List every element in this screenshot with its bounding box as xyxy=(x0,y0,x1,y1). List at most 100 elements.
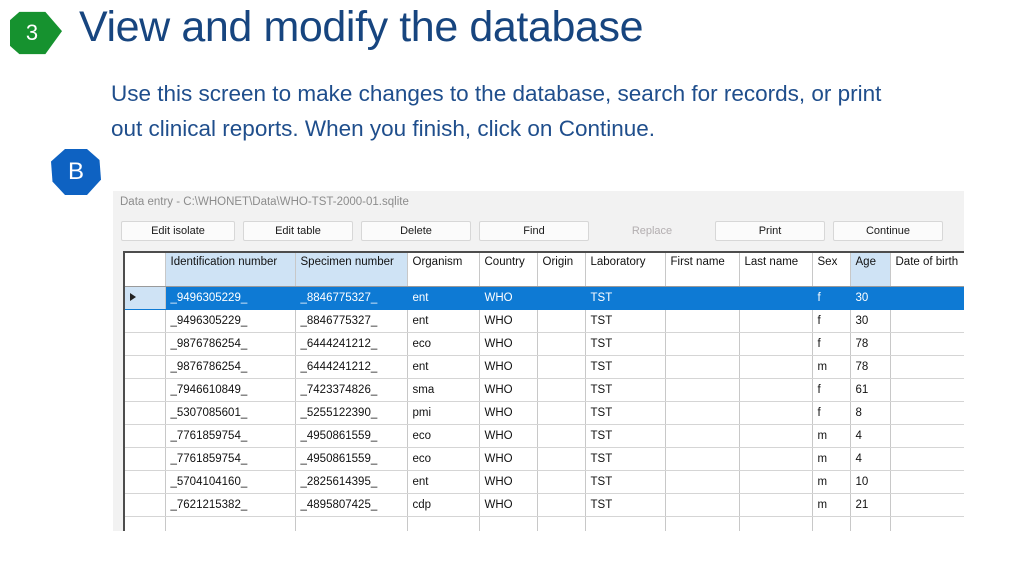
cell-sex[interactable]: m xyxy=(812,424,851,448)
cell-laboratory[interactable]: TST xyxy=(585,286,666,310)
toolbar-button-delete[interactable]: Delete xyxy=(361,221,471,241)
cell-organism[interactable]: eco xyxy=(407,332,480,356)
toolbar-button-continue[interactable]: Continue xyxy=(833,221,943,241)
cell-laboratory[interactable]: TST xyxy=(585,447,666,471)
cell-sex[interactable]: m xyxy=(812,493,851,517)
cell-date-of-birth[interactable] xyxy=(890,355,964,379)
cell-specimen-number[interactable]: _2825614395_ xyxy=(295,470,408,494)
column-header-specimen-number[interactable]: Specimen number xyxy=(295,253,408,287)
cell-sex[interactable]: f xyxy=(812,309,851,333)
cell-specimen-number[interactable]: _4950861559_ xyxy=(295,424,408,448)
cell-date-of-birth[interactable] xyxy=(890,424,964,448)
column-header-identification-number[interactable]: Identification number xyxy=(165,253,296,287)
cell-organism[interactable]: eco xyxy=(407,447,480,471)
cell-specimen-number[interactable]: _6444241212_ xyxy=(295,355,408,379)
cell-identification-number[interactable]: _7761859754_ xyxy=(165,424,296,448)
cell-laboratory[interactable]: TST xyxy=(585,378,666,402)
cell-age[interactable]: 30 xyxy=(850,286,891,310)
cell-identification-number[interactable]: _9876786254_ xyxy=(165,332,296,356)
cell-origin[interactable] xyxy=(537,286,586,310)
cell-identification-number[interactable]: _7621215382_ xyxy=(165,493,296,517)
toolbar-button-find[interactable]: Find xyxy=(479,221,589,241)
table-row[interactable]: _7761859754_ _4950861559_ eco WHO TST m 4 xyxy=(125,447,964,471)
table-row[interactable]: _9496305229_ _8846775327_ ent WHO TST f 30 xyxy=(125,286,964,310)
cell-laboratory[interactable]: TST xyxy=(585,470,666,494)
table-row[interactable]: _9496305229_ _8846775327_ ent WHO TST f 30 xyxy=(125,309,964,333)
cell-age[interactable]: 4 xyxy=(850,447,891,471)
table-row[interactable]: _5704104160_ _2825614395_ ent WHO TST m 10 xyxy=(125,470,964,494)
cell-age[interactable]: 78 xyxy=(850,332,891,356)
cell-specimen-number[interactable]: _6444241212_ xyxy=(295,332,408,356)
cell-identification-number[interactable]: _9876786254_ xyxy=(165,355,296,379)
row-indicator-cell[interactable] xyxy=(125,493,166,517)
column-header-first-name[interactable]: First name xyxy=(665,253,740,287)
cell-first-name[interactable] xyxy=(665,493,740,517)
cell-laboratory[interactable]: TST xyxy=(585,355,666,379)
cell-country[interactable]: WHO xyxy=(479,286,538,310)
cell-origin[interactable] xyxy=(537,516,586,531)
cell-date-of-birth[interactable] xyxy=(890,470,964,494)
cell-last-name[interactable] xyxy=(739,516,813,531)
cell-last-name[interactable] xyxy=(739,401,813,425)
cell-laboratory[interactable]: TST xyxy=(585,493,666,517)
cell-date-of-birth[interactable] xyxy=(890,516,964,531)
cell-origin[interactable] xyxy=(537,378,586,402)
cell-organism[interactable]: cdp xyxy=(407,493,480,517)
cell-identification-number[interactable]: _5704104160_ xyxy=(165,470,296,494)
cell-organism[interactable]: ent xyxy=(407,286,480,310)
table-row[interactable]: _7761859754_ _4950861559_ eco WHO TST m 4 xyxy=(125,424,964,448)
cell-identification-number[interactable]: _9496305229_ xyxy=(165,286,296,310)
column-header-organism[interactable]: Organism xyxy=(407,253,480,287)
table-row[interactable]: _7621215382_ _4895807425_ cdp WHO TST m 21 xyxy=(125,493,964,517)
cell-last-name[interactable] xyxy=(739,424,813,448)
cell-country[interactable]: WHO xyxy=(479,424,538,448)
cell-specimen-number[interactable]: _4895807425_ xyxy=(295,493,408,517)
cell-country[interactable]: WHO xyxy=(479,309,538,333)
toolbar-button-print[interactable]: Print xyxy=(715,221,825,241)
column-header-origin[interactable]: Origin xyxy=(537,253,586,287)
cell-last-name[interactable] xyxy=(739,447,813,471)
cell-sex[interactable]: f xyxy=(812,401,851,425)
row-indicator-cell[interactable] xyxy=(125,355,166,379)
cell-identification-number[interactable]: _7761859754_ xyxy=(165,447,296,471)
cell-date-of-birth[interactable] xyxy=(890,378,964,402)
row-indicator-cell[interactable] xyxy=(125,378,166,402)
toolbar-button-edit-isolate[interactable]: Edit isolate xyxy=(121,221,235,241)
cell-last-name[interactable] xyxy=(739,493,813,517)
table-row[interactable]: _9876786254_ _6444241212_ ent WHO TST m 78 xyxy=(125,355,964,379)
cell-organism[interactable]: ent xyxy=(407,355,480,379)
column-header-date-of-birth[interactable]: Date of birth xyxy=(890,253,964,287)
table-row[interactable]: _7946610849_ _7423374826_ sma WHO TST f 61 xyxy=(125,378,964,402)
row-indicator-cell[interactable] xyxy=(125,447,166,471)
data-grid-container[interactable]: Identification number Specimen number Orga… xyxy=(123,251,964,531)
cell-first-name[interactable] xyxy=(665,447,740,471)
cell-identification-number[interactable]: _7946610849_ xyxy=(165,378,296,402)
cell-age[interactable]: 8 xyxy=(850,401,891,425)
row-indicator-cell[interactable] xyxy=(125,424,166,448)
cell-laboratory[interactable]: TST xyxy=(585,332,666,356)
cell-last-name[interactable] xyxy=(739,378,813,402)
cell-date-of-birth[interactable] xyxy=(890,447,964,471)
cell-first-name[interactable] xyxy=(665,309,740,333)
cell-specimen-number[interactable]: _8846775327_ xyxy=(295,286,408,310)
cell-origin[interactable] xyxy=(537,447,586,471)
cell-date-of-birth[interactable] xyxy=(890,332,964,356)
cell-origin[interactable] xyxy=(537,424,586,448)
cell-first-name[interactable] xyxy=(665,401,740,425)
cell-origin[interactable] xyxy=(537,309,586,333)
cell-origin[interactable] xyxy=(537,470,586,494)
cell-organism[interactable]: sma xyxy=(407,378,480,402)
table-row[interactable]: _9876786254_ _6444241212_ eco WHO TST f 78 xyxy=(125,332,964,356)
row-indicator-cell[interactable] xyxy=(125,470,166,494)
cell-first-name[interactable] xyxy=(665,470,740,494)
column-header-last-name[interactable]: Last name xyxy=(739,253,813,287)
column-header-laboratory[interactable]: Laboratory xyxy=(585,253,666,287)
row-indicator-cell[interactable] xyxy=(125,401,166,425)
cell-date-of-birth[interactable] xyxy=(890,309,964,333)
cell-first-name[interactable] xyxy=(665,286,740,310)
cell-age[interactable]: 10 xyxy=(850,470,891,494)
cell-date-of-birth[interactable] xyxy=(890,401,964,425)
column-header-age[interactable]: Age xyxy=(850,253,891,287)
cell-age[interactable] xyxy=(850,516,891,531)
cell-laboratory[interactable]: TST xyxy=(585,424,666,448)
